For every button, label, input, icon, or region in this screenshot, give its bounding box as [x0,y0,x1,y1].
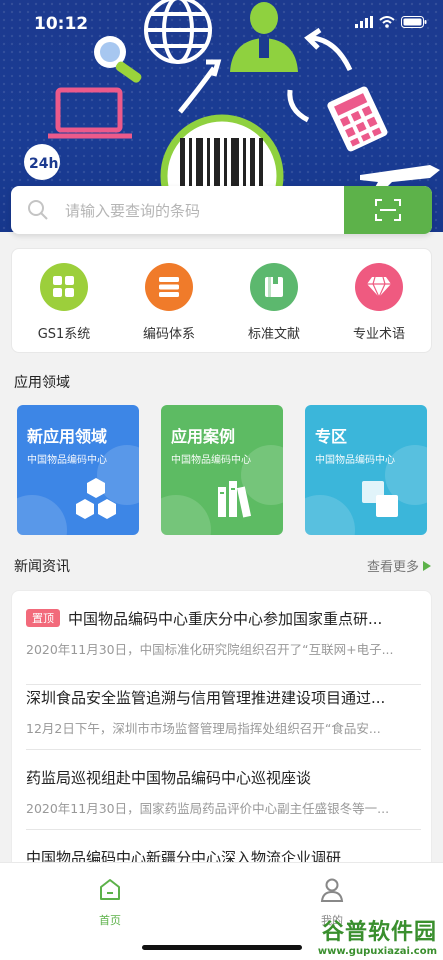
status-time: 10:12 [34,14,89,34]
tile-title: 专区 [315,427,348,446]
tile-title: 应用案例 [171,427,236,446]
database-icon [145,263,193,311]
category-standard-docs[interactable]: 标准文献 [224,263,324,342]
signal-icon [355,16,373,28]
tile-subtitle: 中国物品编码中心 [27,455,107,466]
status-icons [355,16,427,28]
news-title: 深圳食品安全监管追溯与信用管理推进建设项目通过... [26,689,386,707]
triangle-right-icon [423,560,431,571]
books-icon [218,481,252,518]
divider [26,829,421,830]
application-section-title: 应用领域 [14,375,70,391]
tile-subtitle: 中国物品编码中心 [315,455,395,466]
tile-bubble [305,495,355,535]
divider [26,749,421,750]
category-label: GS1系统 [37,327,91,342]
tile-bubble [17,495,67,535]
view-more-link[interactable]: 查看更多 [367,556,431,575]
diamond-icon [355,263,403,311]
category-gs1-system[interactable]: GS1系统 [14,263,114,342]
tile-application-cases[interactable]: 应用案例 中国物品编码中心 [161,405,283,535]
category-terminology[interactable]: 专业术语 [329,263,429,342]
news-section-title: 新闻资讯 [14,559,70,575]
search-input[interactable]: 请输入要查询的条码 [65,200,200,221]
category-label: 专业术语 [352,327,405,342]
watermark-url: www.gupuxiazai.com [317,946,437,957]
category-label: 编码体系 [142,327,195,342]
news-desc: 2020年11月30日，国家药监局药品评价中心副主任盛银冬等一... [26,801,390,816]
squares-icon [362,481,398,517]
battery-icon [401,16,427,28]
news-title: 中国物品编码中心重庆分中心参加国家重点研... [68,610,383,628]
wifi-icon [379,16,395,28]
category-coding-system[interactable]: 编码体系 [119,263,219,342]
scan-button[interactable] [344,186,432,234]
user-icon [320,878,344,902]
watermark-name: 谷普软件园 [321,920,437,945]
news-desc: 12月2日下午，深圳市市场监督管理局指挥处组织召开“食品安... [26,721,381,736]
news-title: 药监局巡视组赴中国物品编码中心巡视座谈 [26,769,312,787]
divider [26,684,421,685]
home-indicator [142,945,302,950]
search-icon [28,200,48,220]
tile-title: 新应用领域 [27,427,108,446]
news-list: 置顶 中国物品编码中心重庆分中心参加国家重点研... 2020年11月30日，中国… [11,590,432,890]
tile-bubble [161,495,211,535]
book-icon [250,263,298,311]
home-icon [100,879,120,900]
news-item[interactable]: 深圳食品安全监管追溯与信用管理推进建设项目通过... 12月2日下午，深圳市市场… [26,687,421,750]
pinned-badge: 置顶 [26,609,60,627]
barcode-search-bar[interactable]: 请输入要查询的条码 [11,186,432,234]
watermark: 谷普软件园 www.gupuxiazai.com [318,914,437,957]
grid-icon [40,263,88,311]
view-more-label: 查看更多 [366,560,419,575]
scan-icon [375,199,401,221]
status-bar: 10:12 [0,0,443,52]
news-item[interactable]: 置顶 中国物品编码中心重庆分中心参加国家重点研... 2020年11月30日，中国… [26,608,421,685]
news-item[interactable]: 药监局巡视组赴中国物品编码中心巡视座谈 2020年11月30日，国家药监局药品评… [26,767,421,830]
tab-home[interactable]: 首页 [70,877,150,928]
hexagons-icon [76,478,116,519]
tile-subtitle: 中国物品编码中心 [171,455,251,466]
category-card: GS1系统 编码体系 标准文献 专业术语 [11,248,432,353]
news-desc: 2020年11月30日，中国标准化研究院组织召开了“互联网+电子... [26,642,394,657]
svg-text:24h: 24h [29,156,58,172]
tile-new-application[interactable]: 新应用领域 中国物品编码中心 [17,405,139,535]
category-label: 标准文献 [247,327,300,342]
tile-special-zone[interactable]: 专区 中国物品编码中心 [305,405,427,535]
tab-home-label: 首页 [99,914,121,927]
